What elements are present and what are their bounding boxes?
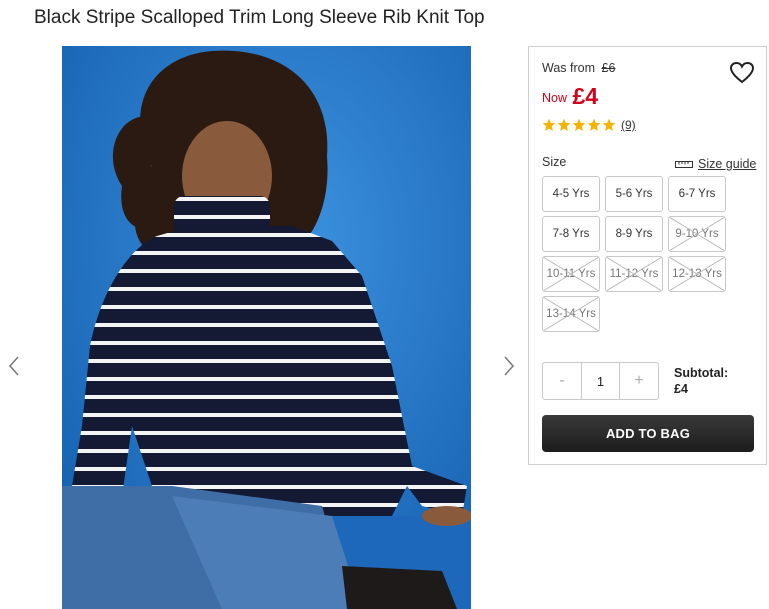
unavailable-cross-icon bbox=[669, 217, 725, 251]
rating-stars: (9) bbox=[542, 118, 636, 132]
star-icon bbox=[602, 118, 616, 131]
size-option-button[interactable]: 9-10 Yrs bbox=[668, 216, 726, 252]
subtotal: Subtotal: £4 bbox=[674, 365, 728, 397]
decrease-quantity-button[interactable]: - bbox=[543, 363, 581, 399]
size-option-button[interactable]: 5-6 Yrs bbox=[605, 176, 663, 212]
size-guide-link[interactable]: Size guide bbox=[675, 157, 756, 171]
size-option-label: 7-8 Yrs bbox=[552, 228, 590, 240]
size-option-button[interactable]: 11-12 Yrs bbox=[605, 256, 663, 292]
size-label: Size bbox=[542, 155, 567, 169]
star-icon bbox=[587, 118, 601, 131]
unavailable-cross-icon bbox=[606, 257, 662, 291]
product-title: Black Stripe Scalloped Trim Long Sleeve … bbox=[34, 7, 485, 28]
size-option-button[interactable]: 6-7 Yrs bbox=[668, 176, 726, 212]
next-image-arrow-icon[interactable] bbox=[501, 354, 517, 378]
size-guide-label: Size guide bbox=[698, 157, 757, 171]
now-price: Now £4 bbox=[542, 83, 598, 110]
unavailable-cross-icon bbox=[543, 257, 599, 291]
size-option-button[interactable]: 10-11 Yrs bbox=[542, 256, 600, 292]
was-price: Was from £6 bbox=[542, 61, 615, 75]
star-icon bbox=[572, 118, 586, 131]
wishlist-heart-icon[interactable] bbox=[729, 61, 755, 85]
unavailable-cross-icon bbox=[669, 257, 725, 291]
now-price-label: Now bbox=[542, 91, 568, 105]
size-option-label: 6-7 Yrs bbox=[678, 188, 716, 200]
unavailable-cross-icon bbox=[543, 297, 599, 331]
previous-image-arrow-icon[interactable] bbox=[6, 354, 22, 378]
size-option-label: 5-6 Yrs bbox=[615, 188, 653, 200]
star-icon bbox=[557, 118, 571, 131]
size-option-button[interactable]: 13-14 Yrs bbox=[542, 296, 600, 332]
purchase-panel: Was from £6 Now £4 (9) Size Size guide 4… bbox=[528, 46, 767, 465]
subtotal-label: Subtotal: bbox=[674, 366, 729, 380]
size-option-label: 8-9 Yrs bbox=[615, 228, 653, 240]
size-option-button[interactable]: 8-9 Yrs bbox=[605, 216, 663, 252]
size-options: 4-5 Yrs 5-6 Yrs 6-7 Yrs 7-8 Yrs 8-9 Yrs 9-10 … bbox=[542, 176, 732, 332]
size-option-button[interactable]: 7-8 Yrs bbox=[542, 216, 600, 252]
was-price-value: £6 bbox=[601, 61, 616, 75]
add-to-bag-button[interactable]: ADD TO BAG bbox=[542, 415, 754, 452]
now-price-value: £4 bbox=[572, 83, 599, 109]
quantity-stepper: - 1 + bbox=[542, 362, 659, 400]
size-option-button[interactable]: 12-13 Yrs bbox=[668, 256, 726, 292]
review-count-link[interactable]: (9) bbox=[621, 118, 636, 132]
subtotal-value: £4 bbox=[674, 382, 688, 396]
ruler-icon bbox=[675, 161, 693, 168]
size-option-button[interactable]: 4-5 Yrs bbox=[542, 176, 600, 212]
size-option-label: 4-5 Yrs bbox=[552, 188, 590, 200]
quantity-input[interactable]: 1 bbox=[581, 363, 620, 399]
star-icon bbox=[542, 118, 556, 131]
product-image bbox=[62, 46, 471, 609]
increase-quantity-button[interactable]: + bbox=[620, 363, 658, 399]
was-price-label: Was from bbox=[542, 61, 596, 75]
